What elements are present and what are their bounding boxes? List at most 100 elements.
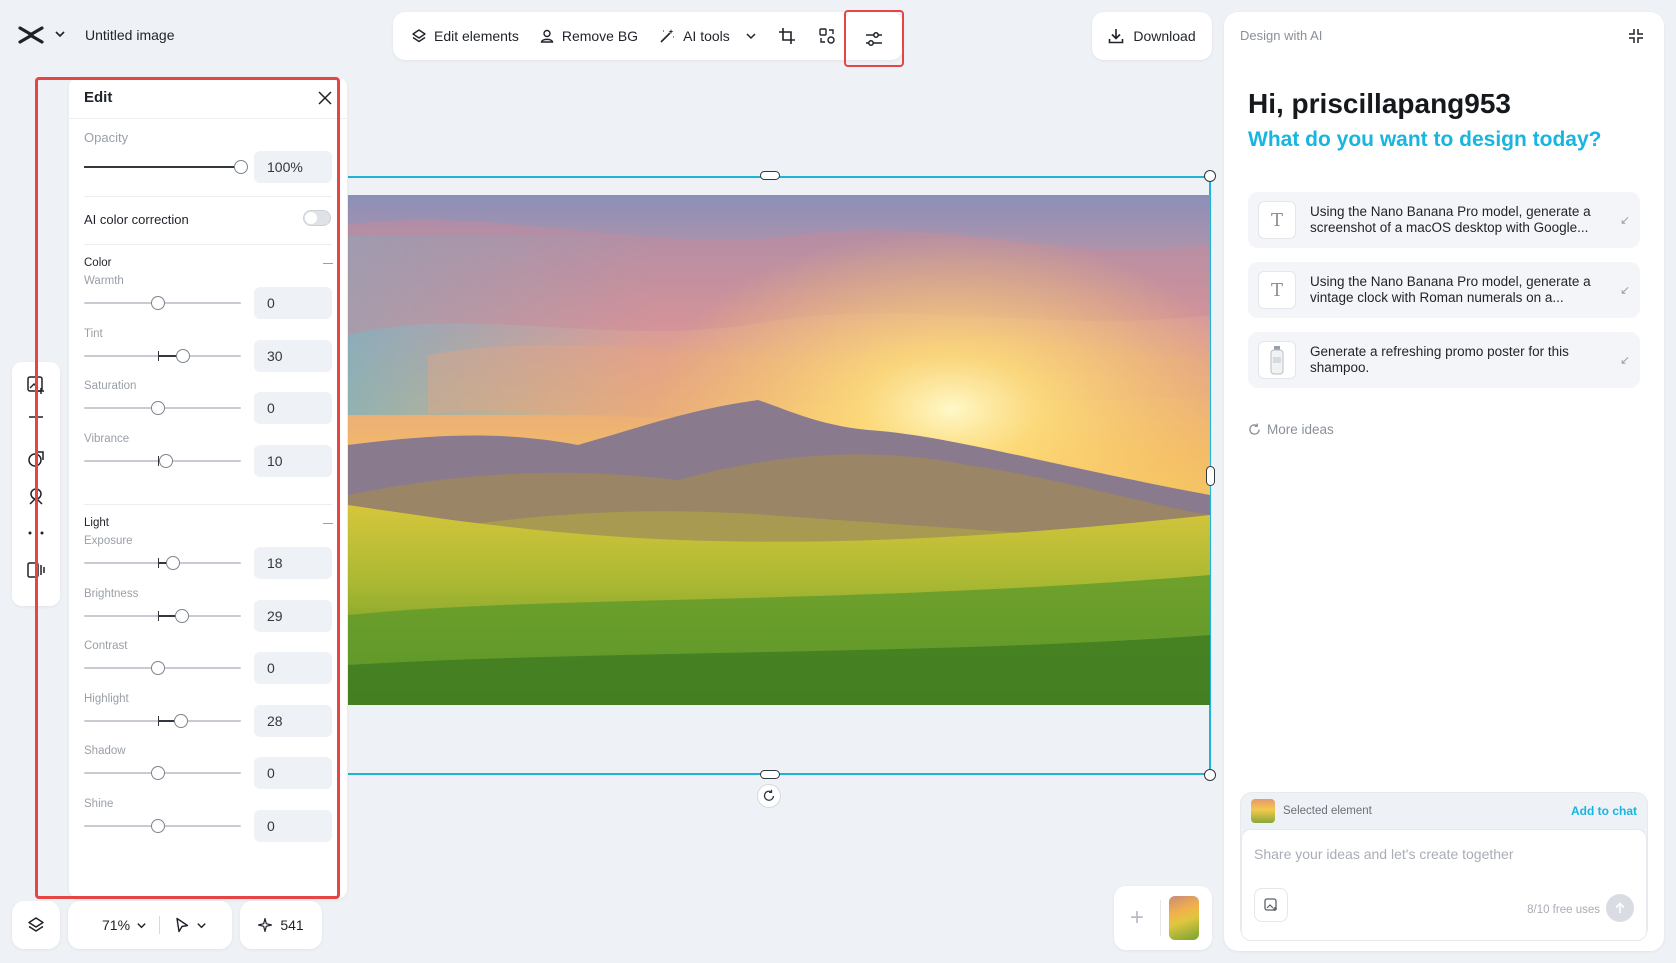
document-title[interactable]: Untitled image (85, 27, 175, 43)
pointer-icon[interactable] (174, 917, 190, 933)
arrow-up-icon (1614, 902, 1626, 914)
download-icon (1108, 28, 1124, 44)
ai-color-correction-toggle[interactable] (303, 210, 331, 226)
more-ideas-button[interactable]: More ideas (1248, 422, 1334, 437)
highlight-value[interactable]: 28 (254, 704, 332, 737)
collapse-color-button[interactable] (323, 263, 333, 264)
add-to-chat-button[interactable]: Add to chat (1571, 804, 1637, 818)
zoom-level[interactable]: 71% (102, 917, 130, 933)
download-button[interactable]: Download (1092, 12, 1212, 60)
tint-slider[interactable] (84, 348, 241, 364)
chevron-down-icon[interactable] (54, 28, 66, 40)
chevron-down-icon[interactable] (136, 920, 147, 931)
divider (84, 244, 332, 245)
exposure-slider[interactable] (84, 555, 241, 571)
resize-handle-top[interactable] (760, 171, 780, 180)
shape-tool-button[interactable] (20, 444, 52, 474)
more-icon (26, 523, 46, 543)
shine-label: Shine (84, 797, 114, 810)
image-add-icon (1264, 898, 1278, 912)
saturation-slider[interactable] (84, 400, 241, 416)
pages-strip: + (1114, 886, 1212, 950)
replace-button[interactable] (809, 18, 845, 54)
edit-elements-button[interactable]: Edit elements (403, 22, 527, 50)
shadow-value[interactable]: 0 (254, 757, 332, 789)
vibrance-slider[interactable] (84, 453, 241, 469)
credits-button[interactable]: 541 (240, 901, 322, 949)
text-tool-button[interactable] (20, 407, 52, 437)
resize-handle-bottom-right[interactable] (1204, 769, 1216, 781)
contrast-label: Contrast (84, 640, 128, 652)
opacity-value[interactable]: 100% (254, 151, 332, 183)
exposure-value[interactable]: 18 (254, 547, 332, 579)
contrast-value[interactable]: 0 (254, 652, 332, 684)
contrast-slider[interactable] (84, 660, 241, 676)
brightness-label: Brightness (84, 587, 139, 600)
layers-icon (411, 28, 427, 44)
shine-slider[interactable] (84, 818, 241, 834)
resize-handle-bottom[interactable] (760, 770, 780, 779)
send-button[interactable] (1606, 894, 1634, 922)
image-tool-button[interactable] (20, 370, 52, 400)
idea-text: Using the Nano Banana Pro model, generat… (1310, 274, 1591, 305)
tint-value[interactable]: 30 (254, 339, 332, 372)
chat-placeholder: Share your ideas and let's create togeth… (1254, 846, 1514, 862)
resize-handle-top-right[interactable] (1204, 170, 1216, 182)
add-page-button[interactable]: + (1122, 896, 1152, 940)
adjust-button[interactable] (844, 10, 904, 67)
canvas-image[interactable] (348, 195, 1210, 705)
film-icon (26, 560, 46, 580)
close-icon[interactable] (318, 90, 332, 105)
saturation-label: Saturation (84, 380, 137, 392)
app-logo-icon[interactable] (18, 24, 44, 46)
retouch-tool-button[interactable] (20, 481, 52, 511)
warmth-value[interactable]: 0 (254, 287, 332, 319)
rotate-icon (762, 789, 776, 803)
ai-panel-header: Design with AI (1240, 28, 1323, 43)
text-icon: T (1258, 271, 1296, 309)
separator (159, 916, 161, 934)
chevron-down-icon[interactable] (196, 920, 207, 931)
vibrance-value[interactable]: 10 (254, 444, 332, 477)
remove-bg-button[interactable]: Remove BG (531, 22, 646, 50)
saturation-value[interactable]: 0 (254, 392, 332, 424)
resize-handle-right[interactable] (1206, 466, 1215, 486)
divider (84, 196, 332, 197)
chat-input[interactable]: Share your ideas and let's create togeth… (1241, 829, 1647, 941)
ai-tools-label: AI tools (683, 28, 730, 44)
idea-card[interactable]: T Using the Nano Banana Pro model, gener… (1248, 262, 1640, 318)
arrow-icon: ↙ (1619, 213, 1630, 227)
crop-button[interactable] (769, 18, 805, 54)
shadow-slider[interactable] (84, 765, 241, 781)
selected-element-label: Selected element (1283, 805, 1372, 817)
brightness-slider[interactable] (84, 608, 241, 624)
highlight-slider[interactable] (84, 713, 241, 729)
shine-value[interactable]: 0 (254, 809, 332, 842)
separator (1160, 900, 1161, 936)
plus-icon: + (1129, 904, 1144, 931)
shampoo-thumbnail (1258, 341, 1296, 379)
brightness-value[interactable]: 29 (254, 599, 332, 632)
more-tools-button[interactable] (20, 518, 52, 548)
rotate-handle[interactable] (757, 784, 781, 808)
ai-tools-button[interactable]: AI tools (650, 22, 765, 50)
idea-card[interactable]: Generate a refreshing promo poster for t… (1248, 332, 1640, 388)
credits-count: 541 (280, 917, 304, 933)
selected-element-row: Selected element Add to chat (1241, 793, 1647, 829)
warmth-slider[interactable] (84, 295, 241, 311)
opacity-slider[interactable] (84, 159, 248, 175)
collapse-icon[interactable] (1628, 28, 1644, 44)
page-thumbnail[interactable] (1169, 896, 1199, 940)
edit-elements-label: Edit elements (434, 28, 519, 44)
video-tool-button[interactable] (20, 555, 52, 585)
text-icon (26, 412, 46, 432)
collapse-light-button[interactable] (323, 523, 333, 524)
idea-text: Using the Nano Banana Pro model, generat… (1310, 204, 1591, 235)
free-uses-counter: 8/10 free uses (1527, 904, 1600, 916)
idea-card[interactable]: T Using the Nano Banana Pro model, gener… (1248, 192, 1640, 248)
upload-image-button[interactable] (1254, 888, 1288, 922)
exposure-label: Exposure (84, 535, 133, 547)
layers-button[interactable] (12, 901, 60, 949)
edit-panel-title: Edit (84, 89, 113, 106)
text-icon: T (1258, 201, 1296, 239)
